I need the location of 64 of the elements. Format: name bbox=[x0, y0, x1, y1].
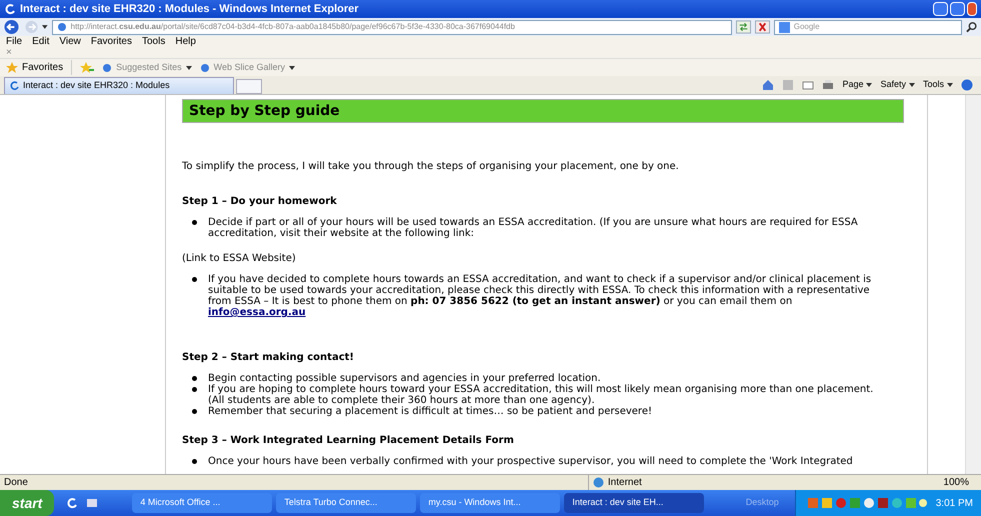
address-field[interactable]: http://interact.csu.edu.au/portal/site/6cd87c04-b3d4-4fcb-807a-aab0a1845b80/page/ef96c67b-5f3e-4330-80ca-367f69044fdb bbox=[52, 20, 732, 34]
taskbar-button[interactable]: Telstra Turbo Connec... bbox=[276, 493, 416, 513]
window-title: Interact : dev site EHR320 : Modules - Windows Internet Explorer bbox=[20, 2, 359, 17]
home-icon[interactable] bbox=[762, 79, 774, 91]
command-menu-button[interactable]: Safety bbox=[880, 78, 915, 92]
email-link[interactable]: info@essa.org.au bbox=[208, 307, 306, 318]
caret-icon bbox=[908, 83, 915, 87]
taskbar-button[interactable]: 4 Microsoft Office ... bbox=[132, 493, 272, 513]
command-menu-button[interactable]: Tools bbox=[922, 78, 953, 92]
browser-icon bbox=[4, 3, 16, 15]
window-icon[interactable] bbox=[86, 497, 98, 509]
bullet-icon bbox=[192, 459, 197, 464]
menu-item[interactable]: File bbox=[6, 36, 22, 48]
link-text: (Link to ESSA Website) bbox=[182, 253, 297, 264]
bullet-text: Decide if part or all of your hours will be used towards an ESSA accreditation. (If you are unsure what hours are required for ESSA accreditation, visit their website at the following link: bbox=[208, 217, 859, 239]
mail-icon[interactable] bbox=[802, 79, 814, 91]
refresh-icon[interactable] bbox=[736, 20, 751, 34]
menu-item[interactable]: Help bbox=[175, 36, 196, 48]
dropdown-icon[interactable] bbox=[42, 25, 48, 29]
browser-icon[interactable] bbox=[66, 497, 78, 509]
caret-icon bbox=[289, 66, 296, 70]
browser-tab[interactable]: Interact : dev site EHR320 : Modules bbox=[4, 77, 234, 94]
stop-icon[interactable] bbox=[754, 20, 770, 34]
taskbar-button[interactable]: my.csu - Windows Int... bbox=[420, 493, 560, 513]
caret-icon bbox=[186, 66, 192, 70]
intro-text: To simplify the process, I will take you through the steps of organising your placement, one by one. bbox=[182, 161, 680, 172]
caret-icon bbox=[866, 83, 872, 87]
add-favorites-icon[interactable] bbox=[80, 62, 94, 74]
bullet-icon bbox=[192, 387, 197, 392]
minimize-button[interactable] bbox=[933, 2, 948, 16]
zone-text: Internet bbox=[608, 476, 642, 490]
section-heading: Step by Step guide bbox=[182, 99, 904, 123]
maximize-button[interactable] bbox=[950, 2, 965, 16]
search-icon[interactable] bbox=[966, 21, 978, 33]
step-heading: Step 1 – Do your homework bbox=[182, 196, 338, 207]
scrollbar[interactable] bbox=[965, 95, 981, 474]
step-heading: Step 2 – Start making contact! bbox=[182, 352, 355, 363]
back-icon[interactable] bbox=[4, 19, 21, 35]
menu-item[interactable]: View bbox=[59, 36, 81, 48]
bullet-text: Begin contacting possible supervisors and agencies in your preferred location. bbox=[208, 373, 602, 384]
bullet-text: If you have decided to complete hours towards an ESSA accreditation, and want to check if a supervisor and/or clinical placement is suitable to be used towards your accreditation, please check this directly with ESSA. To check this information with a representative from ESSA – It is best to phone them on ph: 07 3856 5622 (to get an instant answer) or you can email them on info@essa.org.au bbox=[208, 274, 872, 318]
menu-item[interactable]: Edit bbox=[32, 36, 50, 48]
print-icon[interactable] bbox=[822, 79, 834, 91]
star-icon bbox=[6, 62, 18, 74]
taskbar-button[interactable]: Interact : dev site EH... bbox=[564, 493, 704, 513]
bullet-text: If you are hoping to complete hours toward your ESSA accreditation, this will most likely mean organising more than one placement. (All students are able to complete their 360 hours at more than one agency). bbox=[208, 384, 874, 406]
bullet-icon bbox=[192, 376, 197, 381]
browser-icon bbox=[9, 81, 19, 91]
status-text: Done bbox=[4, 476, 28, 490]
bullet-icon bbox=[192, 409, 197, 414]
menu-item[interactable]: Favorites bbox=[90, 36, 132, 48]
bullet-text: Once your hours have been verbally confirmed with your prospective supervisor, you will need to complete the 'Work Integrated bbox=[208, 456, 854, 467]
start-button[interactable]: start bbox=[0, 490, 54, 516]
favorites-button[interactable]: Favorites bbox=[6, 60, 72, 75]
bullet-text: Remember that securing a placement is difficult at times… so be patient and persevere! bbox=[208, 406, 653, 417]
step-heading: Step 3 – Work Integrated Learning Placement Details Form bbox=[182, 435, 515, 446]
command-menu-button[interactable]: Page bbox=[842, 78, 872, 92]
close-button[interactable] bbox=[967, 2, 977, 16]
menu-item[interactable]: Tools bbox=[142, 36, 166, 48]
zoom-level-button[interactable]: 100% bbox=[943, 475, 969, 490]
bullet-icon bbox=[192, 220, 197, 225]
caret-icon bbox=[947, 83, 953, 87]
bullet-icon bbox=[192, 277, 197, 282]
clock: 3:01 PM bbox=[936, 496, 973, 510]
